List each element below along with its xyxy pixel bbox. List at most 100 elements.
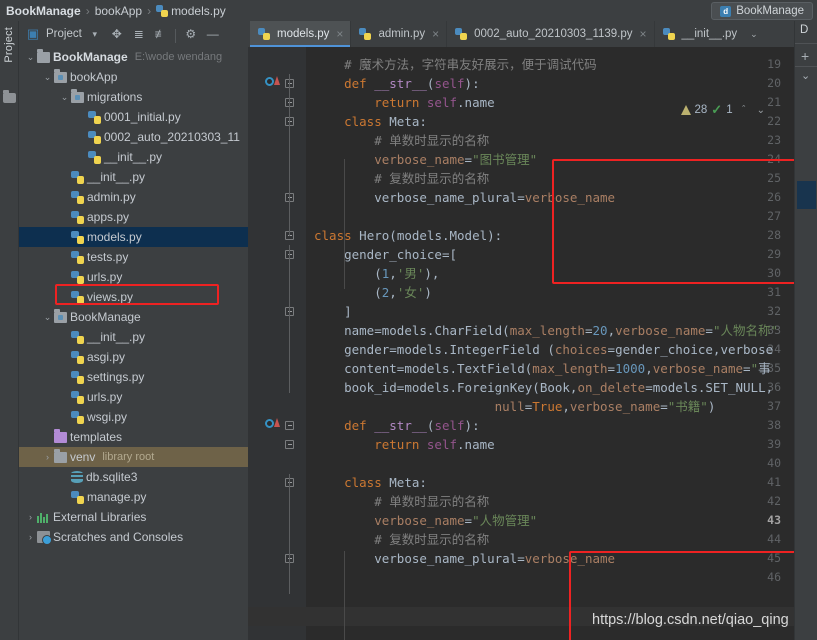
breadcrumb-item-project[interactable]: BookManage	[6, 4, 81, 18]
editor-gutter[interactable]	[248, 47, 306, 640]
next-problem-icon[interactable]: ⌄	[755, 105, 767, 116]
code-line[interactable]: verbose_name_plural=verbose_name	[314, 188, 615, 207]
project-toolbar-label[interactable]: Project	[46, 28, 82, 40]
chevron-down-icon[interactable]: ▾	[84, 23, 106, 45]
code-punct: :	[419, 475, 427, 490]
tree-item-manage-py[interactable]: manage.py	[19, 487, 248, 507]
breadcrumb-item-app[interactable]: bookApp	[95, 4, 142, 18]
tree-item-migrations[interactable]: ⌄ migrations	[19, 87, 248, 107]
code-line[interactable]: book_id=models.ForeignKey(Book,on_delete…	[314, 378, 773, 397]
chevron-down-icon[interactable]: ⌄	[801, 69, 810, 82]
tree-item-label: __init__.py	[104, 150, 163, 164]
database-panel-label[interactable]: D	[800, 24, 808, 36]
code-punct: =	[464, 152, 473, 167]
tree-item-models-py[interactable]: models.py	[19, 227, 248, 247]
code-line[interactable]: (2,'女')	[314, 283, 432, 302]
code-identifier: content	[344, 361, 397, 376]
code-line[interactable]: gender_choice=[	[314, 245, 457, 264]
tab-admin-py[interactable]: admin.py ×	[351, 21, 448, 47]
tree-item-bookmanage[interactable]: ⌄ BookManage E:\wode wendang	[19, 47, 248, 67]
tabs-overflow-icon[interactable]: ⌄	[744, 21, 764, 47]
fold-toggle-icon[interactable]	[284, 416, 295, 435]
chevron-down-icon[interactable]: ⌄	[42, 312, 53, 323]
tree-item-views-py[interactable]: views.py	[19, 287, 248, 307]
hide-panel-icon[interactable]: —	[202, 23, 224, 45]
collapse-all-icon[interactable]: ≢	[150, 23, 172, 45]
tree-item-bookmanage[interactable]: ⌄ BookManage	[19, 307, 248, 327]
locate-icon[interactable]: ✥	[106, 23, 128, 45]
code-line[interactable]: # 单数时显示的名称	[314, 492, 489, 511]
code-editor[interactable]: 19 20 21 22 23 24 25 26 27 28 29 30 31 32 33 34 35 36 37 38…	[248, 47, 817, 640]
code-line[interactable]: (1,'男'),	[314, 264, 439, 283]
project-tree[interactable]: ⌄ BookManage E:\wode wendang ⌄ bookApp ⌄ migra…	[19, 47, 248, 640]
code-line[interactable]: content=models.TextField(max_length=1000…	[314, 359, 771, 378]
inspection-status[interactable]: 28 ✓ 1 ＾ ⌄	[680, 102, 768, 118]
tree-item-asgi-py[interactable]: asgi.py	[19, 347, 248, 367]
code-line[interactable]: def __str__(self):	[314, 416, 480, 435]
tree-item--init-py[interactable]: __init__.py	[19, 327, 248, 347]
code-line[interactable]: # 单数时显示的名称	[314, 131, 489, 150]
code-line[interactable]: verbose_name_plural=verbose_name	[314, 549, 615, 568]
fold-toggle-icon[interactable]	[284, 435, 295, 454]
code-line[interactable]: class Hero(models.Model):	[314, 226, 502, 245]
code-punct: ]	[344, 304, 352, 319]
tree-item-templates[interactable]: templates	[19, 427, 248, 447]
chevron-down-icon[interactable]: ⌄	[25, 52, 36, 63]
code-line[interactable]: class Meta:	[314, 473, 427, 492]
tree-item-0002-auto-20210303-11[interactable]: 0002_auto_20210303_11	[19, 127, 248, 147]
chevron-down-icon[interactable]: ⌄	[42, 72, 53, 83]
structure-folder-icon[interactable]	[3, 90, 16, 103]
tree-item-tests-py[interactable]: tests.py	[19, 247, 248, 267]
override-method-icon[interactable]	[265, 76, 280, 90]
chevron-down-icon[interactable]: ⌄	[59, 92, 70, 103]
code-line[interactable]: verbose_name="图书管理"	[314, 150, 537, 169]
settings-gear-icon[interactable]: ⚙	[180, 23, 202, 45]
tree-item-0001-initial-py[interactable]: 0001_initial.py	[19, 107, 248, 127]
code-line[interactable]: # 魔术方法，字符串友好展示，便于调试代码	[314, 55, 597, 74]
code-line[interactable]: name=models.CharField(max_length=20,verb…	[314, 321, 778, 340]
project-view-icon[interactable]: ▣	[22, 23, 44, 45]
breadcrumb-item-file[interactable]: models.py	[156, 4, 226, 18]
code-line[interactable]: return self.name	[314, 93, 494, 112]
prev-problem-icon[interactable]: ＾	[737, 103, 751, 118]
code-line[interactable]: null=True,verbose_name="书籍")	[314, 397, 716, 416]
close-icon[interactable]: ×	[640, 27, 647, 41]
project-tool-button[interactable]: Project	[3, 27, 15, 63]
code-line[interactable]: class Meta:	[314, 112, 427, 131]
tab-init-py[interactable]: __init__.py	[655, 21, 745, 47]
code-line[interactable]: # 复数时显示的名称	[314, 530, 489, 549]
tree-item-settings-py[interactable]: settings.py	[19, 367, 248, 387]
override-method-icon[interactable]	[265, 418, 280, 432]
tree-item-wsgi-py[interactable]: wsgi.py	[19, 407, 248, 427]
tree-item-urls-py[interactable]: urls.py	[19, 387, 248, 407]
code-line[interactable]: # 复数时显示的名称	[314, 169, 489, 188]
add-icon[interactable]: +	[801, 48, 809, 64]
tree-item-db-sqlite3[interactable]: db.sqlite3	[19, 467, 248, 487]
code-line[interactable]: verbose_name="人物管理"	[314, 511, 537, 530]
tree-item--init-py[interactable]: __init__.py	[19, 147, 248, 167]
code-line[interactable]: def __str__(self):	[314, 74, 480, 93]
tree-item-external-libraries[interactable]: › External Libraries	[19, 507, 248, 527]
code-identifier: models	[404, 380, 450, 395]
close-icon[interactable]: ×	[336, 27, 343, 41]
tree-item-urls-py[interactable]: urls.py	[19, 267, 248, 287]
tree-item-bookapp[interactable]: ⌄ bookApp	[19, 67, 248, 87]
tree-item-venv[interactable]: › venv library root	[19, 447, 248, 467]
close-icon[interactable]: ×	[432, 27, 439, 41]
tab-migration-py[interactable]: 0002_auto_20210303_1139.py ×	[447, 21, 655, 47]
code-line[interactable]: ]	[314, 302, 352, 321]
code-line[interactable]: gender=models.IntegerField (choices=gend…	[314, 340, 773, 359]
chevron-right-icon[interactable]: ›	[25, 532, 36, 543]
tree-item--init-py[interactable]: __init__.py	[19, 167, 248, 187]
expand-all-icon[interactable]: ≣	[128, 23, 150, 45]
tree-item-apps-py[interactable]: apps.py	[19, 207, 248, 227]
chevron-right-icon[interactable]: ›	[25, 512, 36, 523]
code-line[interactable]: return self.name	[314, 435, 494, 454]
chevron-right-icon[interactable]: ›	[42, 452, 53, 463]
tree-item-scratches-and-consoles[interactable]: › Scratches and Consoles	[19, 527, 248, 547]
project-window-button[interactable]: d BookManage	[711, 2, 813, 20]
tree-item-admin-py[interactable]: admin.py	[19, 187, 248, 207]
code-content[interactable]: # 魔术方法，字符串友好展示，便于调试代码 def __str__(self):…	[306, 47, 817, 640]
tab-models-py[interactable]: models.py ×	[250, 21, 352, 47]
